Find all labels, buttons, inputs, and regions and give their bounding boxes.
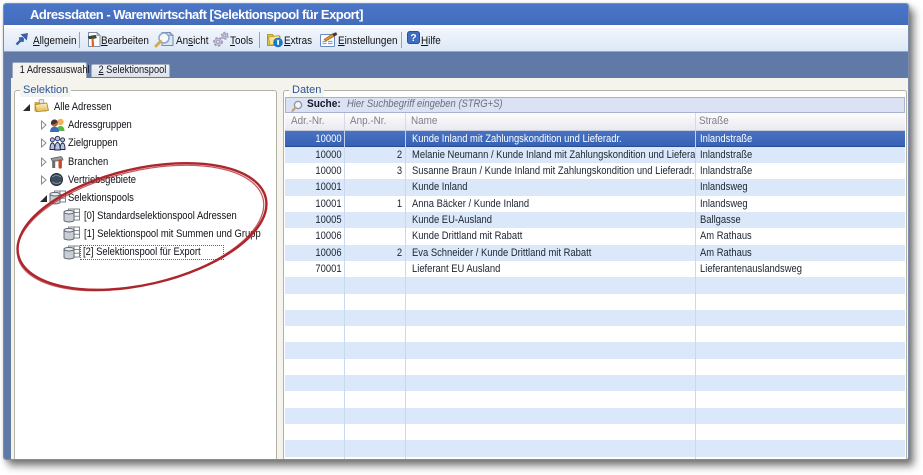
svg-text:?: ? bbox=[410, 33, 416, 44]
